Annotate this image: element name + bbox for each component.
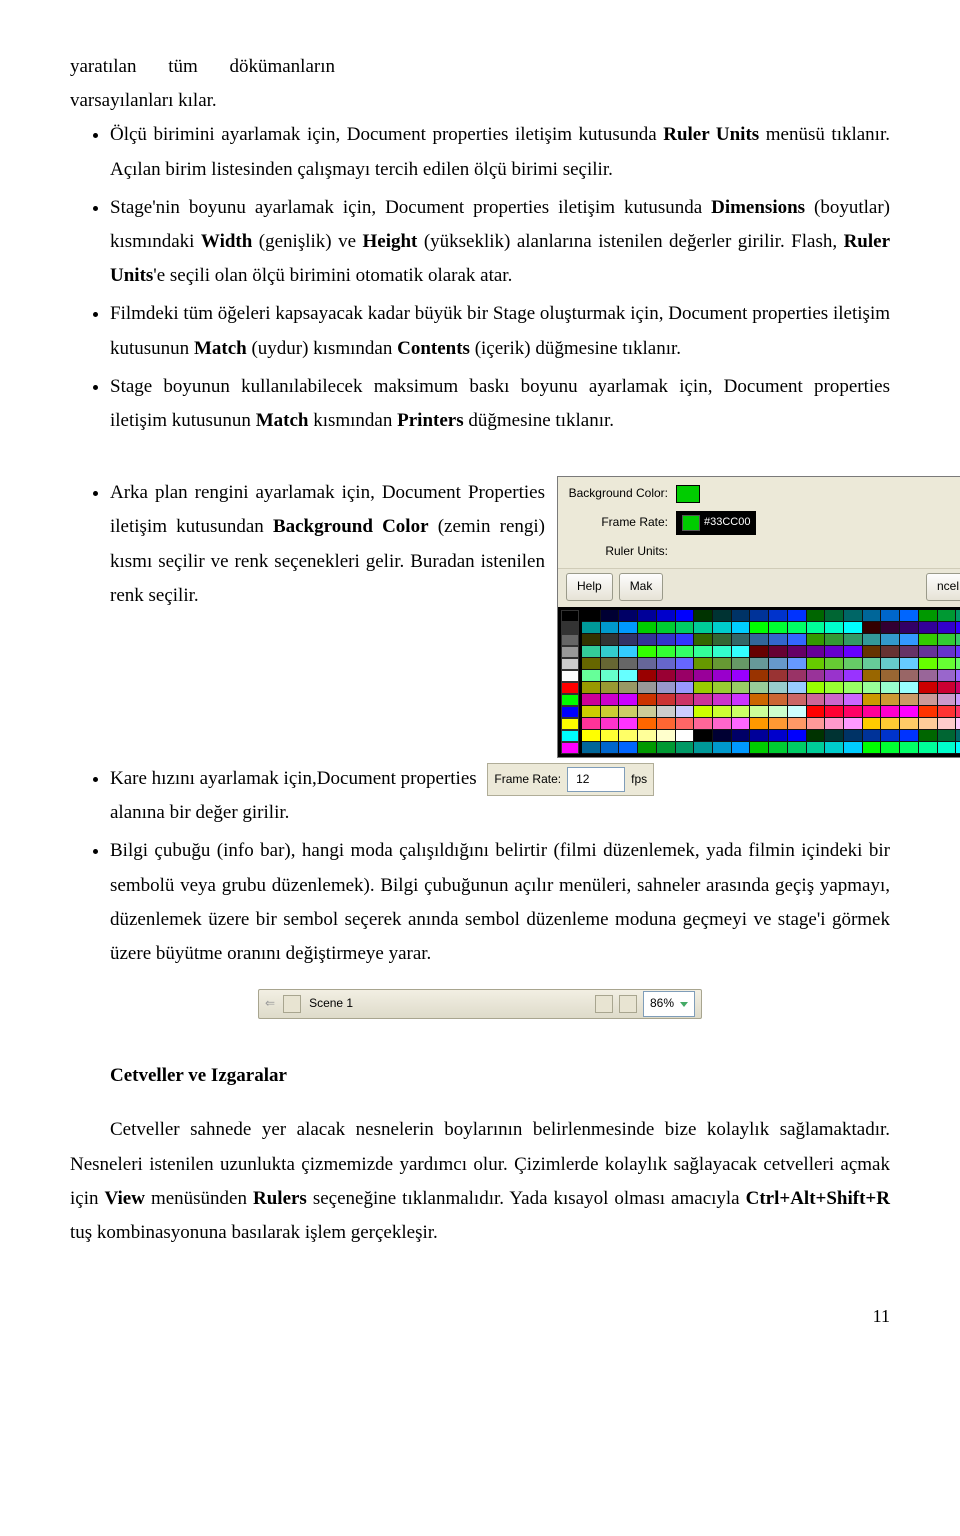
- page-number: 11: [70, 1300, 890, 1332]
- bullet-item: Filmdeki tüm öğeleri kapsayacak kadar bü…: [110, 297, 890, 365]
- section-heading: Cetveller ve Izgaralar: [110, 1059, 890, 1093]
- cancel-button[interactable]: ncel: [926, 573, 960, 601]
- make-button[interactable]: Mak: [619, 573, 664, 601]
- rulerunits-label: Ruler Units:: [566, 541, 676, 563]
- back-arrow-icon[interactable]: ⇐: [265, 993, 275, 1015]
- edit-scene-icon[interactable]: [595, 995, 613, 1013]
- framerate-widget: Frame Rate: 12 fps: [487, 763, 654, 797]
- rulers-paragraph: Cetveller sahnede yer alacak nesnelerin …: [70, 1113, 890, 1250]
- fr-unit: fps: [631, 769, 647, 791]
- fr-text-a: Kare hızını ayarlamak için,Document prop…: [110, 768, 477, 789]
- help-button[interactable]: Help: [566, 573, 613, 601]
- hex-value: #33CC00: [704, 513, 750, 533]
- bullet-item: Stage'nin boyunu ayarlamak için, Documen…: [110, 191, 890, 294]
- bullet-framerate: Kare hızını ayarlamak için,Document prop…: [110, 762, 890, 831]
- bgcolor-swatch[interactable]: [676, 485, 700, 503]
- color-palette[interactable]: [558, 607, 960, 757]
- chevron-down-icon: [680, 1002, 688, 1007]
- bullet-list-2: Arka plan rengini ayarlamak için, Docume…: [70, 476, 890, 971]
- bullet-bgcolor: Arka plan rengini ayarlamak için, Docume…: [110, 476, 890, 758]
- scene-label: Scene 1: [309, 993, 353, 1015]
- intro-line-2: varsayılanları kılar.: [70, 84, 890, 118]
- bullet-item: Ölçü birimini ayarlamak için, Document p…: [110, 118, 890, 186]
- hex-swatch: [682, 515, 700, 531]
- zoom-dropdown[interactable]: 86%: [643, 991, 695, 1017]
- bullet-list-1: Ölçü birimini ayarlamak için, Document p…: [70, 118, 890, 438]
- hex-display: #33CC00: [676, 511, 756, 535]
- framerate-label: Frame Rate:: [566, 512, 676, 534]
- w1: yaratılan: [70, 50, 136, 84]
- bullet-infobar: Bilgi çubuğu (info bar), hangi moda çalı…: [110, 834, 890, 971]
- scene-icon[interactable]: [283, 995, 301, 1013]
- fr-text-b: alanına bir değer girilir.: [110, 796, 890, 830]
- edit-symbol-icon[interactable]: [619, 995, 637, 1013]
- color-picker-panel: Background Color: Frame Rate: #33CC00 Ru…: [557, 476, 960, 758]
- fr-input[interactable]: 12: [567, 767, 625, 793]
- zoom-value: 86%: [650, 993, 674, 1015]
- w2: tüm: [168, 50, 198, 84]
- w3: dökümanların: [229, 50, 335, 84]
- bullet-item: Stage boyunun kullanılabilecek maksimum …: [110, 370, 890, 438]
- bgcolor-label: Background Color:: [566, 483, 676, 505]
- scene-bar: ⇐ Scene 1 86%: [258, 989, 702, 1019]
- fr-label: Frame Rate:: [494, 769, 561, 791]
- intro-line-1: yaratılan tüm dökümanların: [70, 50, 335, 84]
